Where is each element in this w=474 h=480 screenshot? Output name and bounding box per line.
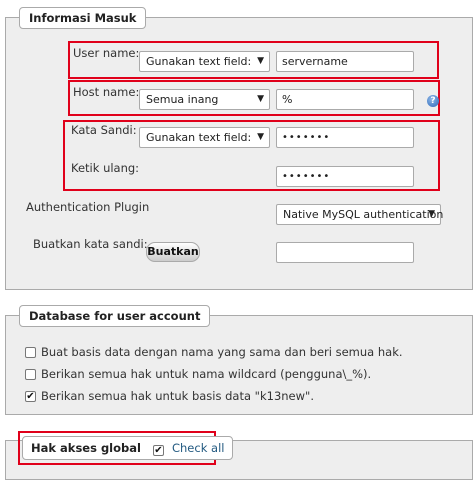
option-checkbox[interactable]: ✔ xyxy=(25,391,36,402)
chevron-down-icon: ▼ xyxy=(257,56,264,66)
check-all-checkbox[interactable]: ✔ xyxy=(152,445,164,456)
option-checkbox[interactable] xyxy=(25,369,36,380)
chevron-down-icon: ▼ xyxy=(257,94,264,104)
user-name-select[interactable]: Gunakan text field: ▼ xyxy=(139,51,270,72)
option-label[interactable]: Berikan semua hak untuk basis data "k13n… xyxy=(41,389,314,403)
host-name-label: Host name: xyxy=(73,85,140,99)
user-name-label: User name: xyxy=(73,46,140,60)
retype-label: Ketik ulang: xyxy=(71,161,140,175)
check-all-link[interactable]: Check all xyxy=(172,441,224,455)
auth-plugin-select[interactable]: Native MySQL authentication ▼ xyxy=(276,204,444,225)
chevron-down-icon: ▼ xyxy=(428,209,435,219)
user-name-input[interactable]: servername xyxy=(276,51,414,72)
generate-password-button[interactable]: Buatkan xyxy=(146,242,200,262)
global-privileges-legend: Hak akses global ✔ Check all xyxy=(22,436,234,460)
login-info-legend: Informasi Masuk xyxy=(19,7,147,29)
database-legend: Database for user account xyxy=(19,305,211,327)
host-name-select-value: Semua inang xyxy=(146,93,219,106)
global-privileges-label: Hak akses global xyxy=(31,441,141,455)
generate-password-label: Buatkan kata sandi: xyxy=(33,237,148,251)
generated-password-input[interactable] xyxy=(276,242,414,263)
option-checkbox[interactable] xyxy=(25,347,36,358)
help-icon[interactable]: ? xyxy=(427,95,439,107)
user-name-select-value: Gunakan text field: xyxy=(146,55,252,68)
option-label[interactable]: Berikan semua hak untuk nama wildcard (p… xyxy=(41,367,371,381)
password-input[interactable]: ••••••• xyxy=(276,127,414,148)
password-label: Kata Sandi: xyxy=(71,123,137,137)
retype-input[interactable]: ••••••• xyxy=(276,166,414,187)
host-name-select[interactable]: Semua inang ▼ xyxy=(139,89,270,110)
auth-plugin-label: Authentication Plugin xyxy=(26,200,150,214)
chevron-down-icon: ▼ xyxy=(257,132,264,142)
host-name-input[interactable]: % xyxy=(276,89,414,110)
auth-plugin-select-value: Native MySQL authentication xyxy=(283,208,444,221)
password-select[interactable]: Gunakan text field: ▼ xyxy=(139,127,270,148)
option-label[interactable]: Buat basis data dengan nama yang sama da… xyxy=(41,345,403,359)
password-select-value: Gunakan text field: xyxy=(146,131,252,144)
